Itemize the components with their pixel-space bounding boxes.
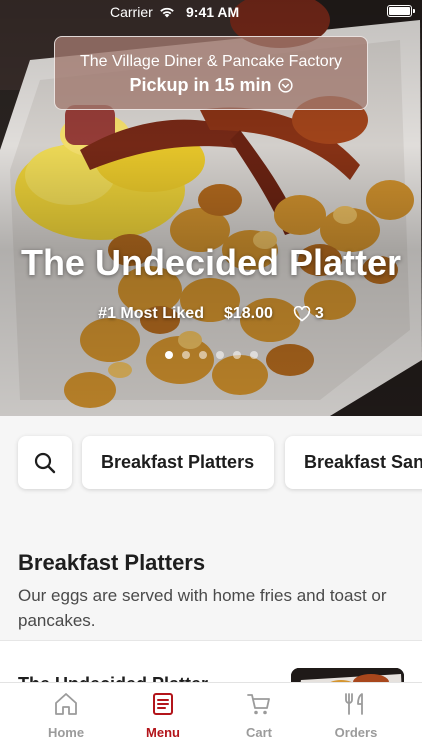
featured-item-meta: #1 Most Liked $18.00 3 (0, 305, 422, 323)
menu-item-name[interactable]: The Undecided Platter (18, 674, 208, 682)
restaurant-name: The Village Diner & Pancake Factory (79, 53, 343, 70)
heart-icon (293, 306, 311, 322)
chevron-down-circle-icon (277, 78, 293, 93)
hero-carousel[interactable]: Carrier 9:41 AM The Village Diner & Panc… (0, 0, 422, 416)
menu-icon (153, 693, 173, 715)
tab-orders[interactable]: Orders (316, 691, 396, 740)
section-description: Our eggs are served with home fries and … (18, 586, 387, 630)
carousel-page-indicator[interactable] (0, 351, 422, 359)
like-count: 3 (314, 305, 324, 322)
tab-label: Home (47, 725, 85, 740)
like-button[interactable]: 3 (293, 305, 324, 323)
home-icon (55, 693, 77, 715)
category-chip[interactable]: Breakfast San (285, 436, 422, 489)
page-dot[interactable] (181, 351, 190, 359)
search-button[interactable] (18, 436, 72, 489)
battery-icon (387, 5, 415, 17)
menu-item-list[interactable]: The Undecided Platter (0, 640, 422, 682)
tab-cart[interactable]: Cart (219, 691, 299, 740)
cart-icon (247, 694, 270, 715)
page-dot[interactable] (232, 351, 241, 359)
menu-section-header: Breakfast Platters Our eggs are served w… (0, 510, 422, 640)
wifi-icon (159, 7, 174, 18)
carrier-label: Carrier (110, 4, 153, 20)
tab-label: Cart (245, 725, 272, 740)
featured-item-title: The Undecided Platter (20, 242, 402, 283)
pickup-time-label: Pickup in 15 min (129, 75, 272, 95)
clock: 9:41 AM (186, 4, 240, 20)
search-icon (34, 452, 56, 473)
tab-label: Menu (146, 725, 180, 740)
bottom-tab-bar[interactable]: Home Menu Cart Orders (0, 682, 422, 750)
page-dot[interactable] (249, 351, 258, 359)
tab-home[interactable]: Home (26, 691, 106, 740)
tab-label: Orders (334, 725, 378, 740)
section-title: Breakfast Platters (18, 550, 206, 575)
orders-icon (345, 693, 363, 715)
price-label: $18.00 (223, 305, 273, 322)
rank-label: #1 Most Liked (98, 305, 204, 322)
tab-menu[interactable]: Menu (123, 691, 203, 740)
page-dot[interactable] (215, 351, 224, 359)
carrier-indicator: Carrier (110, 4, 175, 20)
page-dot[interactable] (198, 351, 207, 359)
category-chip[interactable]: Breakfast Platters (82, 436, 274, 489)
pickup-time-row[interactable]: Pickup in 15 min (55, 75, 367, 96)
pickup-selector[interactable]: The Village Diner & Pancake Factory Pick… (54, 36, 368, 110)
status-bar: Carrier 9:41 AM (0, 0, 422, 24)
category-bar[interactable]: Breakfast Platters Breakfast San (0, 416, 422, 510)
menu-item-thumbnail[interactable] (291, 668, 404, 682)
page-dot[interactable] (164, 351, 173, 359)
